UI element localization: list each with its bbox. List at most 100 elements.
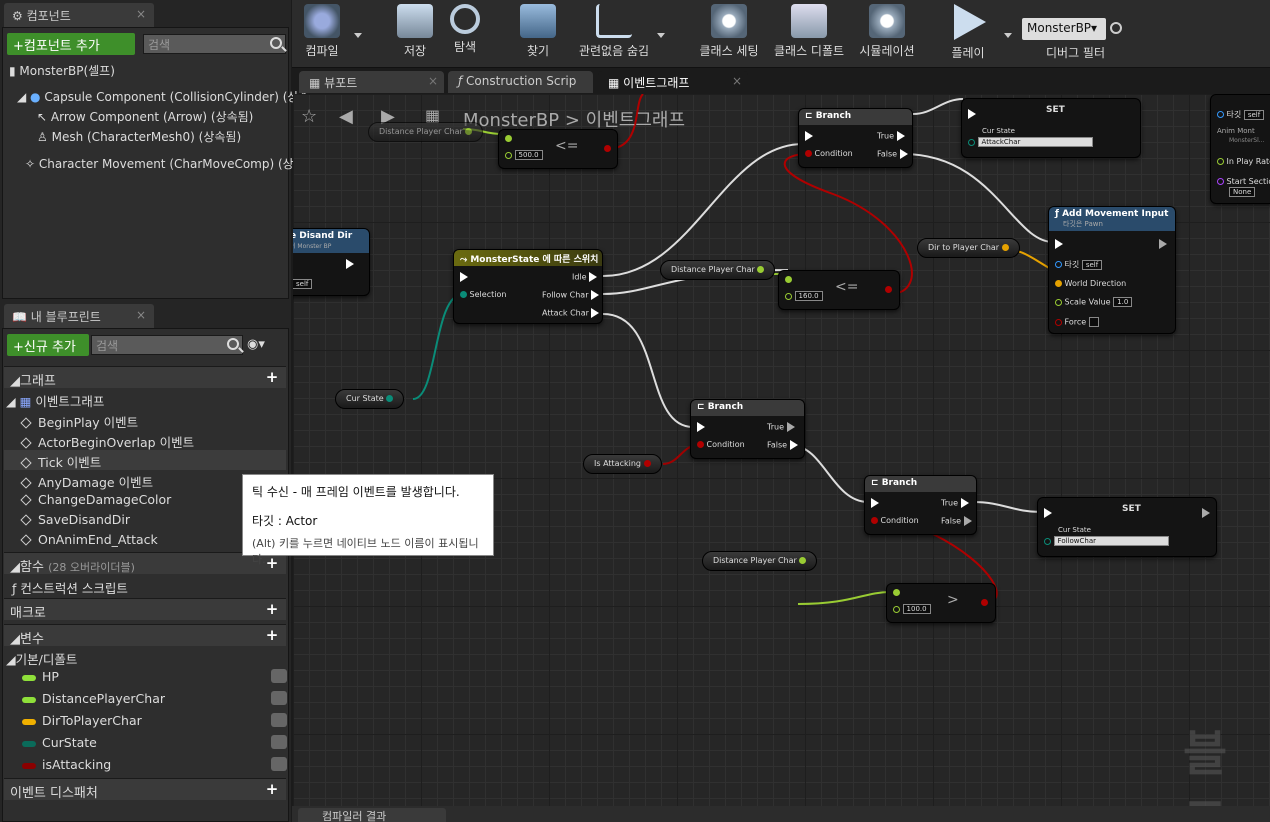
visibility-eye-icon[interactable] (271, 713, 287, 727)
branch-node[interactable]: ⊏ Branch True Condition False (864, 475, 977, 535)
add-component-button[interactable]: +컴포넌트 추가 (7, 33, 135, 55)
event-item[interactable]: SaveDisandDir (20, 512, 130, 527)
event-item[interactable]: ActorBeginOverlap 이벤트 (20, 432, 194, 451)
class-settings-button[interactable]: 클래스 세팅 (698, 4, 760, 59)
branch-node[interactable]: ⊏ Branch True Condition False (690, 399, 805, 459)
add-graph-icon[interactable]: + (264, 369, 280, 385)
tab-compiler-results[interactable]: 컴파일러 결과 (298, 808, 446, 822)
visibility-eye-icon[interactable] (271, 691, 287, 705)
event-item[interactable]: OnAnimEnd_Attack (20, 532, 158, 547)
search-icon (227, 338, 239, 350)
hide-unrelated-button[interactable]: 관련없음 숨김 (568, 4, 660, 59)
variable-item[interactable]: DirToPlayerChar (22, 713, 142, 728)
set-node[interactable]: SET Cur State FollowChar (1037, 497, 1217, 557)
event-icon (20, 514, 32, 526)
tab-event-graph[interactable]: ▦ 이벤트그래프 × (598, 71, 748, 93)
graph-canvas[interactable]: ☆ ◀ ▶ ▦ MonsterBP > 이벤트그래프 Distance Play… (293, 94, 1270, 806)
event-icon (20, 457, 32, 469)
visibility-eye-icon[interactable] (271, 757, 287, 771)
component-capsule[interactable]: ◢ ● Capsule Component (CollisionCylinder… (17, 88, 309, 105)
variable-item[interactable]: CurState (22, 735, 97, 750)
browse-button[interactable]: 탐색 (445, 4, 485, 55)
event-item[interactable]: AnyDamage 이벤트 (20, 472, 153, 491)
dispatchers-section[interactable]: 이벤트 디스패처 + (4, 778, 286, 801)
play-button[interactable]: 플레이 (946, 4, 990, 61)
close-icon[interactable]: × (136, 7, 146, 21)
event-graph-item[interactable]: ◢ ▦ 이벤트그래프 (6, 391, 104, 410)
components-tab[interactable]: ⚙ 컴포넌트 × (4, 3, 154, 27)
play-anim-node[interactable]: 타깃 self Anim Mont MonsterSl... In Play R… (1210, 94, 1270, 204)
blueprint-search-input[interactable]: 검색 (91, 335, 243, 355)
close-icon[interactable]: × (136, 308, 146, 322)
search-icon (270, 37, 282, 49)
dir-variable-node[interactable]: Dir to Player Char (917, 238, 1020, 258)
debug-object-select[interactable]: MonsterBP▾ (1022, 18, 1106, 40)
save-disand-node[interactable]: e Disand Dir 이 Monster BP self (293, 228, 370, 296)
float-pill-icon (22, 674, 36, 681)
component-arrow[interactable]: ↖ Arrow Component (Arrow) (상속됨) (37, 108, 253, 125)
event-item-tick[interactable]: Tick 이벤트 (4, 450, 286, 470)
branch-title: ⊏ Branch (691, 400, 804, 416)
tab-construction[interactable]: ƒ Construction Scrip (448, 71, 593, 93)
event-icon (20, 534, 32, 546)
book-icon: 📖 (12, 310, 31, 324)
add-variable-icon[interactable]: + (264, 627, 280, 643)
chevron-down-icon[interactable] (354, 33, 362, 38)
component-mesh[interactable]: ♙ Mesh (CharacterMesh0) (상속됨) (37, 128, 241, 145)
variables-section[interactable]: ◢변수 + (4, 624, 286, 647)
simulation-button[interactable]: 시뮬레이션 (859, 4, 915, 59)
compare-node[interactable]: 500.0 <= (498, 129, 618, 169)
distance-variable-node[interactable]: Distance Player Char (660, 260, 776, 280)
set-node[interactable]: SET Cur State AttackChar (961, 98, 1141, 158)
curstate-variable-node[interactable]: Cur State (335, 389, 405, 409)
back-arrow-icon[interactable]: ◀ (339, 106, 353, 127)
distance-variable-node[interactable]: Distance Player Char (702, 551, 818, 571)
branch-title: ⊏ Branch (799, 109, 912, 125)
close-icon[interactable]: × (732, 74, 742, 88)
graphs-section[interactable]: ◢그래프 + (4, 366, 286, 389)
construction-script-item[interactable]: ƒ 컨스트럭션 스크립트 (12, 578, 128, 597)
distance-variable-node[interactable]: Distance Player Char (368, 122, 484, 142)
close-icon[interactable]: × (428, 74, 438, 88)
variable-category[interactable]: ◢기본/디폴트 (6, 649, 77, 668)
simulate-icon (869, 4, 905, 38)
my-blueprint-tab[interactable]: 📖 내 블루프린트 × (4, 304, 154, 328)
viewport-icon: ▦ (309, 76, 325, 90)
graph-icon: ▦ (608, 76, 624, 90)
add-new-button[interactable]: +신규 추가 (7, 334, 89, 356)
macros-section[interactable]: 매크로 + (4, 598, 286, 621)
variable-item[interactable]: isAttacking (22, 757, 111, 772)
visibility-eye-icon[interactable] (271, 669, 287, 683)
component-root[interactable]: ▮ MonsterBP(셀프) (9, 62, 115, 79)
add-macro-icon[interactable]: + (264, 601, 280, 617)
variable-item[interactable]: DistancePlayerChar (22, 691, 165, 706)
compare-node[interactable]: 100.0 > (886, 583, 996, 623)
compare-node[interactable]: 160.0 <= (778, 270, 900, 310)
save-button[interactable]: 저장 (395, 4, 435, 59)
class-defaults-button[interactable]: 클래스 디폴트 (774, 4, 844, 59)
event-item[interactable]: BeginPlay 이벤트 (20, 412, 138, 431)
isattacking-variable-node[interactable]: Is Attacking (583, 454, 662, 474)
star-icon[interactable]: ☆ (301, 106, 317, 127)
eye-icon[interactable]: ◉▾ (247, 337, 265, 352)
chevron-down-icon[interactable] (657, 33, 665, 38)
variable-item[interactable]: HP (22, 669, 59, 684)
component-movement[interactable]: ✧ Character Movement (CharMoveComp) (상속 (25, 155, 305, 172)
tick-tooltip: 틱 수신 - 매 프레임 이벤트를 발생합니다. 타깃 : Actor (Alt… (242, 474, 494, 566)
debug-filter-label: 디버그 필터 (1046, 46, 1106, 60)
event-icon (20, 437, 32, 449)
components-search-input[interactable]: 검색 (143, 34, 286, 54)
chevron-down-icon[interactable] (1004, 33, 1012, 38)
visibility-eye-icon[interactable] (271, 735, 287, 749)
event-item[interactable]: ChangeDamageColor (20, 492, 171, 507)
compile-button[interactable]: 컴파일 (302, 4, 342, 59)
add-movement-node[interactable]: ƒ Add Movement Input 타깃은 Pawn 타깃 self Wor… (1048, 206, 1176, 334)
tab-viewport[interactable]: ▦ 뷰포트 × (299, 71, 444, 93)
add-dispatcher-icon[interactable]: + (264, 781, 280, 797)
switch-node[interactable]: ⤳ MonsterState 에 따른 스위치 Idle Selection F… (453, 249, 603, 324)
switch-title: ⤳ MonsterState 에 따른 스위치 (454, 250, 602, 266)
search-icon[interactable] (1110, 22, 1122, 34)
branch-node[interactable]: ⊏ Branch True Condition False (798, 108, 913, 168)
find-button[interactable]: 찾기 (518, 4, 558, 59)
components-icon: ⚙ (12, 9, 27, 23)
